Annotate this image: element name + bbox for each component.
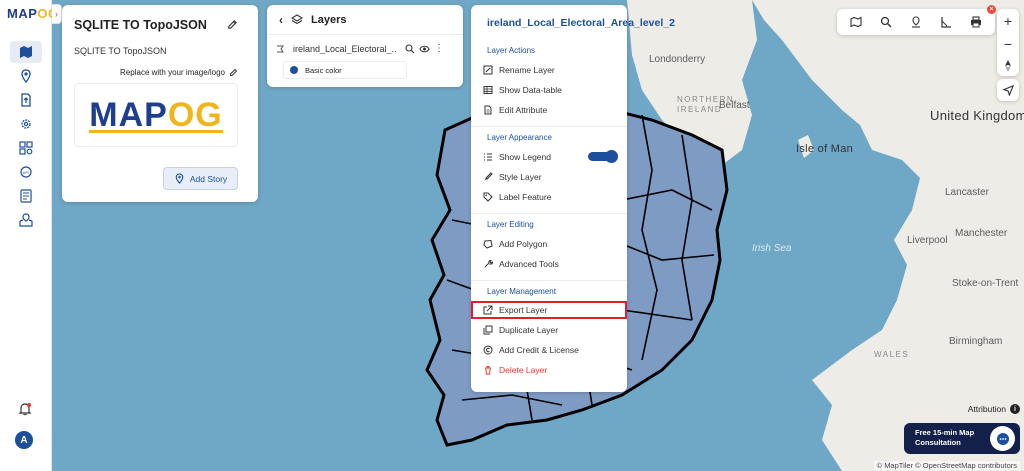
attribution-toggle[interactable]: Attribution i: [968, 404, 1020, 414]
search-icon[interactable]: [880, 16, 892, 28]
edit-pencil-icon: [230, 68, 238, 76]
map-label-manchester: Manchester: [955, 228, 1008, 239]
map-toolbar: [837, 9, 995, 35]
copy-icon: [483, 325, 493, 335]
style-layer-item[interactable]: Style Layer: [471, 168, 627, 186]
section-layer-management: Layer Management: [487, 287, 556, 296]
report-icon[interactable]: [10, 185, 42, 207]
layers-title: Layers: [311, 13, 347, 26]
visibility-eye-icon[interactable]: [419, 44, 430, 54]
print-icon[interactable]: [970, 16, 982, 28]
map-label-londonderry: Londonderry: [649, 54, 706, 65]
navigation-arrow-icon: [1002, 84, 1014, 96]
map-label-birmingham: Birmingham: [949, 336, 1003, 347]
map-label-isle-of-man: Isle of Man: [796, 143, 854, 155]
document-edit-icon: [484, 105, 492, 115]
advanced-tools-item[interactable]: Advanced Tools: [471, 255, 627, 273]
story-logo-image[interactable]: MAP OG: [74, 83, 238, 147]
layer-row[interactable]: ireland_Local_Electoral_... ⋮: [275, 43, 459, 54]
rename-layer-item[interactable]: Rename Layer: [471, 61, 627, 79]
compass-north-icon[interactable]: [1003, 59, 1013, 73]
api-gear-icon[interactable]: API: [10, 161, 42, 183]
add-credit-license-item[interactable]: Add Credit & License: [471, 341, 627, 359]
map-icon[interactable]: [10, 41, 42, 63]
free-consultation-banner[interactable]: Free 15-min Map Consultation: [904, 423, 1020, 454]
location-pin-icon[interactable]: [10, 65, 42, 87]
location-pin-icon: [175, 173, 184, 184]
delete-layer-item[interactable]: Delete Layer: [471, 361, 627, 379]
drag-handle-icon[interactable]: [275, 44, 285, 54]
sidebar-collapse-button[interactable]: ›: [52, 4, 62, 24]
back-chevron-icon[interactable]: ‹: [279, 13, 283, 27]
rename-icon: [483, 65, 493, 75]
show-legend-toggle[interactable]: [588, 149, 618, 163]
export-icon: [483, 305, 493, 315]
layer-menu-title: ireland_Local_Electoral_Area_level_2: [487, 17, 675, 29]
map-label-belfast: Belfast: [719, 100, 750, 111]
story-description: SQLITE TO TopoJSON: [74, 46, 167, 56]
duplicate-layer-item[interactable]: Duplicate Layer: [471, 321, 627, 339]
layers-stack-icon: [291, 13, 303, 24]
gear-icon[interactable]: [10, 113, 42, 135]
style-color-swatch: [290, 66, 298, 74]
layers-panel: ‹ Layers ireland_Local_Electoral_... ⋮ B…: [267, 5, 463, 87]
paint-brush-icon: [484, 172, 493, 181]
map-label-united-kingdom: United Kingdom: [930, 108, 1024, 123]
svg-text:API: API: [23, 170, 29, 175]
zoom-out-button[interactable]: −: [1004, 36, 1012, 52]
style-label: Basic color: [305, 65, 342, 75]
map-label-liverpool: Liverpool: [907, 235, 948, 246]
zoom-controls: + −: [997, 9, 1019, 76]
info-icon: i: [1010, 404, 1020, 414]
layer-style-legend[interactable]: Basic color: [283, 61, 407, 79]
map-label-irish-sea: Irish Sea: [752, 243, 792, 254]
layer-name: ireland_Local_Electoral_...: [293, 43, 397, 54]
more-options-icon[interactable]: ⋮: [434, 43, 444, 54]
notification-bell-icon[interactable]: [18, 402, 32, 421]
replace-image-link[interactable]: Replace with your image/logo: [120, 68, 238, 77]
chat-bubble-icon[interactable]: [990, 426, 1015, 451]
edit-attribute-item[interactable]: Edit Attribute: [471, 101, 627, 119]
section-layer-appearance: Layer Appearance: [487, 133, 552, 142]
list-icon: [484, 153, 492, 161]
zoom-to-layer-icon[interactable]: [405, 43, 415, 54]
basemap-icon[interactable]: [850, 16, 862, 28]
export-layer-item[interactable]: Export Layer: [471, 301, 627, 319]
location-pin-icon[interactable]: [910, 16, 922, 28]
zoom-in-button[interactable]: +: [1004, 13, 1012, 29]
section-layer-editing: Layer Editing: [487, 220, 534, 229]
story-panel: SQLITE TO TopoJSON SQLITE TO TopoJSON Re…: [62, 5, 258, 202]
trash-icon: [485, 366, 491, 375]
table-icon: [483, 86, 493, 94]
label-feature-item[interactable]: Label Feature: [471, 188, 627, 206]
map-label-lancaster: Lancaster: [945, 187, 989, 198]
section-layer-actions: Layer Actions: [487, 46, 536, 55]
edit-pencil-icon[interactable]: [227, 17, 238, 35]
show-datatable-item[interactable]: Show Data-table: [471, 81, 627, 99]
polygon-icon: [483, 239, 493, 249]
wrench-icon: [484, 259, 493, 268]
toolbar-close-icon[interactable]: ×: [987, 5, 996, 14]
map-copyright: © MapTiler © OpenStreetMap contributors: [873, 461, 1020, 470]
locate-me-button[interactable]: [997, 79, 1019, 101]
avatar[interactable]: A: [15, 431, 33, 449]
gallery-icon[interactable]: [10, 137, 42, 159]
map-pin-share-icon[interactable]: [10, 209, 42, 231]
map-label-wales: WALES: [874, 350, 910, 359]
tag-icon: [483, 192, 493, 202]
story-title: SQLITE TO TopoJSON: [74, 18, 207, 32]
layer-options-menu: ireland_Local_Electoral_Area_level_2 Lay…: [471, 5, 675, 392]
map-label-stoke: Stoke-on-Trent: [952, 278, 1019, 289]
add-polygon-item[interactable]: Add Polygon: [471, 235, 627, 253]
left-sidebar: MAPOG API A: [0, 0, 58, 471]
add-story-button[interactable]: Add Story: [163, 167, 238, 190]
copyright-icon: [483, 345, 493, 355]
mapog-logo[interactable]: MAPOG: [7, 6, 59, 21]
measure-icon[interactable]: [940, 16, 952, 28]
upload-file-icon[interactable]: [10, 89, 42, 111]
